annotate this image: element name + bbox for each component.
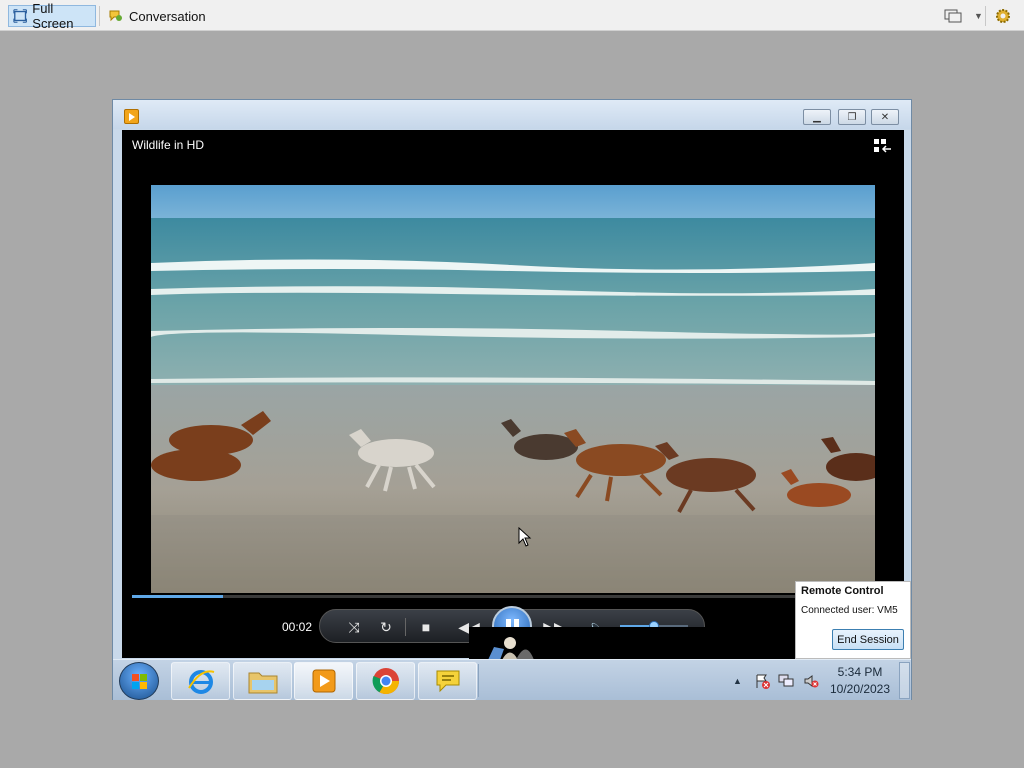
shuffle-button[interactable]: ⤨ (345, 618, 363, 636)
remote-control-title: Remote Control (801, 585, 884, 597)
tray-expand-button[interactable]: ▲ (733, 660, 742, 701)
windows-media-player-icon (312, 669, 335, 693)
full-screen-icon (13, 9, 27, 23)
taskbar-divider (478, 664, 479, 697)
end-session-button[interactable]: End Session (832, 629, 904, 650)
toolbar-divider (985, 6, 986, 26)
full-screen-button[interactable]: Full Screen (8, 1, 96, 31)
chevron-down-icon: ▼ (974, 11, 983, 21)
repeat-icon: ↻ (380, 618, 392, 635)
conversation-label: Conversation (129, 8, 206, 24)
remote-user-icon (488, 637, 534, 660)
minimize-button[interactable]: ▁ (803, 109, 831, 125)
minimize-icon: ▁ (813, 111, 821, 123)
mouse-cursor-icon (518, 527, 532, 547)
toolbar-divider (99, 6, 100, 26)
chevron-up-icon: ▲ (733, 675, 742, 686)
taskbar-chrome[interactable] (356, 662, 415, 700)
restore-icon: ❐ (847, 111, 857, 123)
action-center-button[interactable] (755, 660, 771, 701)
connected-user-label: Connected user: VM5 (801, 605, 898, 616)
repeat-button[interactable]: ↻ (377, 618, 395, 636)
close-button[interactable]: ✕ (871, 109, 899, 125)
settings-button[interactable] (994, 6, 1012, 26)
remote-session-window: ▁ ❐ ✕ Wildlife in HD 00:02 ⤨ ↻ ■ ▲ 5:34 … (112, 99, 912, 700)
video-frame[interactable] (151, 185, 875, 593)
chrome-icon (372, 668, 399, 695)
action-center-flag-icon (756, 674, 770, 689)
clock-time: 5:34 PM (837, 665, 883, 679)
taskbar-windows-explorer[interactable] (233, 662, 292, 700)
media-player-title-bar: ▁ ❐ ✕ (113, 100, 911, 129)
internet-explorer-icon (187, 670, 214, 694)
show-desktop-button[interactable] (899, 662, 910, 699)
video-title: Wildlife in HD (132, 138, 205, 152)
stop-icon: ■ (421, 619, 431, 635)
switch-to-library-icon[interactable] (874, 139, 892, 153)
stop-button[interactable]: ■ (417, 618, 435, 636)
taskbar-windows-media-player[interactable] (294, 662, 353, 700)
restore-button[interactable]: ❐ (838, 109, 866, 125)
full-screen-label: Full Screen (32, 1, 74, 31)
gear-icon (996, 9, 1010, 23)
messenger-icon (436, 670, 459, 693)
taskbar: ▲ 5:34 PM 10/20/2023 (113, 659, 911, 700)
seek-bar[interactable] (132, 595, 832, 598)
close-icon: ✕ (880, 111, 890, 123)
elapsed-time: 00:02 (282, 620, 313, 634)
taskbar-messenger[interactable] (418, 662, 477, 700)
seek-progress (132, 595, 223, 598)
media-player: Wildlife in HD 00:02 ⤨ ↻ ■ (122, 130, 904, 658)
taskbar-internet-explorer[interactable] (171, 662, 230, 700)
monitor-icon (944, 9, 962, 23)
controls-divider (405, 618, 406, 636)
remote-control-panel: Remote Control Connected user: VM5 End S… (795, 581, 911, 659)
shuffle-icon: ⤨ (348, 618, 360, 635)
network-icon (778, 674, 794, 686)
system-clock[interactable]: 5:34 PM 10/20/2023 (825, 664, 895, 698)
network-button[interactable] (778, 660, 794, 701)
windows-explorer-icon (248, 672, 277, 694)
volume-tray-button[interactable] (803, 660, 819, 701)
start-button[interactable] (119, 662, 159, 700)
volume-muted-icon (804, 674, 819, 687)
host-toolbar: Full Screen Conversation ▼ (0, 0, 1024, 31)
clock-date: 10/20/2023 (829, 682, 891, 696)
monitor-dropdown[interactable]: ▼ (944, 6, 983, 26)
media-player-app-icon (124, 109, 139, 124)
conversation-icon (109, 10, 122, 22)
conversation-button[interactable]: Conversation (104, 5, 210, 27)
